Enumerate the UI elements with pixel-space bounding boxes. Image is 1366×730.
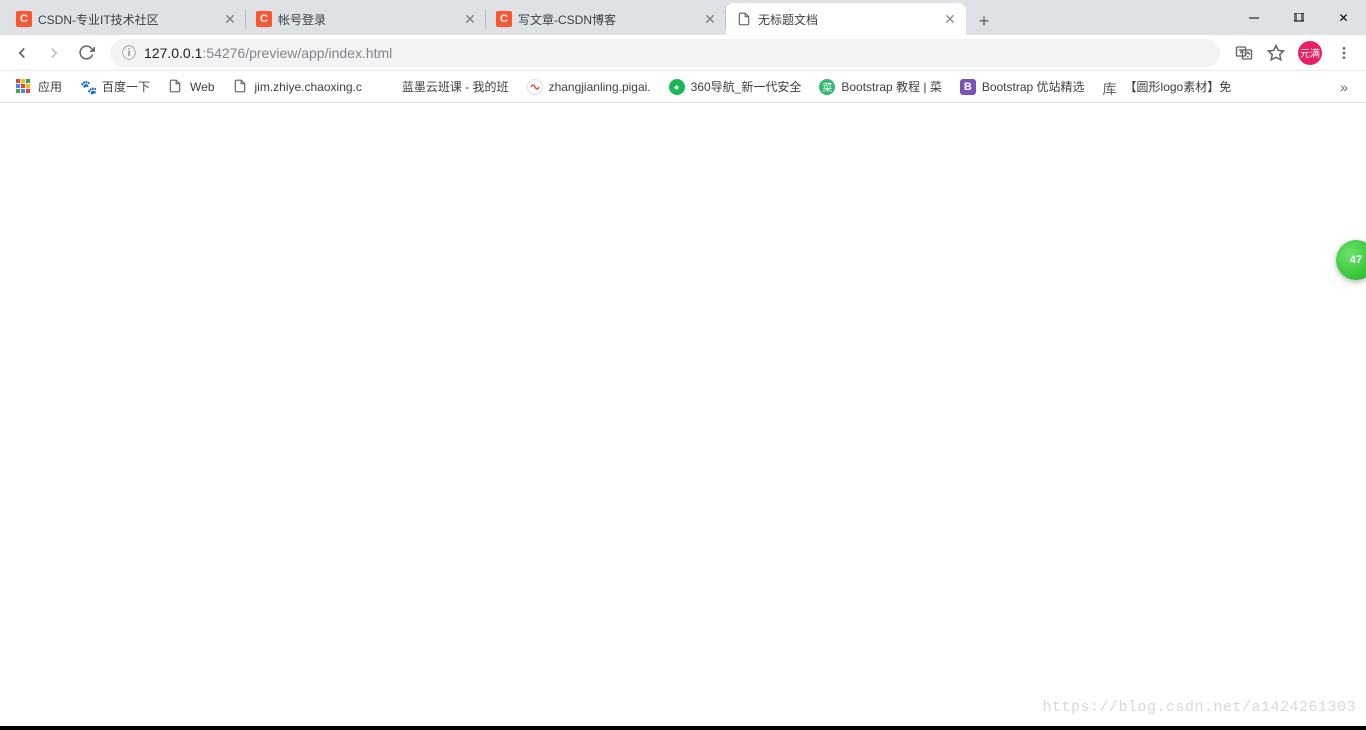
baidu-icon: 🐾 <box>80 79 96 95</box>
page-icon <box>233 79 249 95</box>
close-window-button[interactable]: ✕ <box>1321 0 1366 35</box>
360-icon: ● <box>669 79 685 95</box>
profile-avatar[interactable]: 元满 <box>1298 41 1322 65</box>
forward-button[interactable] <box>40 39 68 67</box>
bookmark-chaoxing[interactable]: jim.zhiye.chaoxing.c <box>225 75 370 99</box>
close-icon[interactable]: ✕ <box>942 11 958 27</box>
apps-icon <box>16 79 32 95</box>
bookmark-apps[interactable]: 应用 <box>8 74 70 99</box>
reload-button[interactable] <box>72 39 100 67</box>
tab-untitled-document[interactable]: 无标题文档 ✕ <box>726 3 966 35</box>
address-bar[interactable]: ⓘ 127.0.0.1:54276/preview/app/index.html <box>110 39 1220 67</box>
bookmark-label: 360导航_新一代安全 <box>691 78 802 95</box>
tab-csdn-community[interactable]: C CSDN-专业IT技术社区 ✕ <box>6 3 246 35</box>
bookmarks-overflow-button[interactable]: » <box>1330 79 1358 95</box>
bookmarks-bar: 应用 🐾 百度一下 Web jim.zhiye.chaoxing.c 蓝墨云班课… <box>0 71 1366 103</box>
toolbar: ⓘ 127.0.0.1:54276/preview/app/index.html… <box>0 35 1366 71</box>
page-icon <box>736 11 752 27</box>
translate-icon[interactable] <box>1230 39 1258 67</box>
bookmark-label: jim.zhiye.chaoxing.c <box>255 80 362 94</box>
bookmark-label: 百度一下 <box>102 78 150 95</box>
pigai-icon <box>527 79 543 95</box>
bookmark-label: 蓝墨云班课 - 我的班 <box>402 78 509 95</box>
menu-button[interactable] <box>1330 39 1358 67</box>
bookmark-star-icon[interactable] <box>1262 39 1290 67</box>
bookmark-bootstrap-sites[interactable]: B Bootstrap 优站精选 <box>952 74 1093 99</box>
tab-login[interactable]: C 帐号登录 ✕ <box>246 3 486 35</box>
watermark-text: https://blog.csdn.net/a1424261303 <box>1042 699 1356 716</box>
runoob-icon: 菜 <box>819 79 835 95</box>
bookmark-label: zhangjianling.pigai. <box>549 80 651 94</box>
csdn-icon: C <box>256 11 272 27</box>
bookmark-label: 应用 <box>38 78 62 95</box>
close-icon[interactable]: ✕ <box>222 11 238 27</box>
tab-title: 写文章-CSDN博客 <box>518 11 696 28</box>
bookmark-web[interactable]: Web <box>160 75 222 99</box>
bookmark-360[interactable]: ● 360导航_新一代安全 <box>661 74 810 99</box>
tab-write-article[interactable]: C 写文章-CSDN博客 ✕ <box>486 3 726 35</box>
new-tab-button[interactable]: + <box>970 7 998 35</box>
tab-title: CSDN-专业IT技术社区 <box>38 11 216 28</box>
close-icon[interactable]: ✕ <box>462 11 478 27</box>
back-button[interactable] <box>8 39 36 67</box>
bookmark-pigai[interactable]: zhangjianling.pigai. <box>519 75 659 99</box>
bookmark-label: 【圆形logo素材】免 <box>1125 78 1232 95</box>
url-text: 127.0.0.1:54276/preview/app/index.html <box>144 45 392 61</box>
bottom-edge <box>0 726 1366 730</box>
bookmark-label: Bootstrap 优站精选 <box>982 78 1085 95</box>
tab-title: 帐号登录 <box>278 11 456 28</box>
minimize-button[interactable] <box>1231 0 1276 35</box>
tab-title: 无标题文档 <box>758 11 936 28</box>
page-content <box>0 103 1366 724</box>
close-icon[interactable]: ✕ <box>702 11 718 27</box>
tab-strip: C CSDN-专业IT技术社区 ✕ C 帐号登录 ✕ C 写文章-CSDN博客 … <box>0 0 1366 35</box>
bookmark-bootstrap-tutorial[interactable]: 菜 Bootstrap 教程 | 菜 <box>811 74 949 99</box>
bookmark-logo-assets[interactable]: 库 【圆形logo素材】免 <box>1095 74 1240 99</box>
csdn-icon: C <box>496 11 512 27</box>
page-icon <box>168 79 184 95</box>
csdn-icon: C <box>16 11 32 27</box>
library-icon: 库 <box>1103 79 1119 95</box>
site-info-icon[interactable]: ⓘ <box>122 43 136 63</box>
bookmark-baidu[interactable]: 🐾 百度一下 <box>72 74 158 99</box>
cloud-icon <box>380 79 396 95</box>
window-controls: ✕ <box>1231 0 1366 35</box>
maximize-button[interactable] <box>1276 0 1321 35</box>
bookmark-label: Bootstrap 教程 | 菜 <box>841 78 941 95</box>
bootstrap-icon: B <box>960 79 976 95</box>
bookmark-mosoteach[interactable]: 蓝墨云班课 - 我的班 <box>372 74 517 99</box>
bookmark-label: Web <box>190 80 214 94</box>
